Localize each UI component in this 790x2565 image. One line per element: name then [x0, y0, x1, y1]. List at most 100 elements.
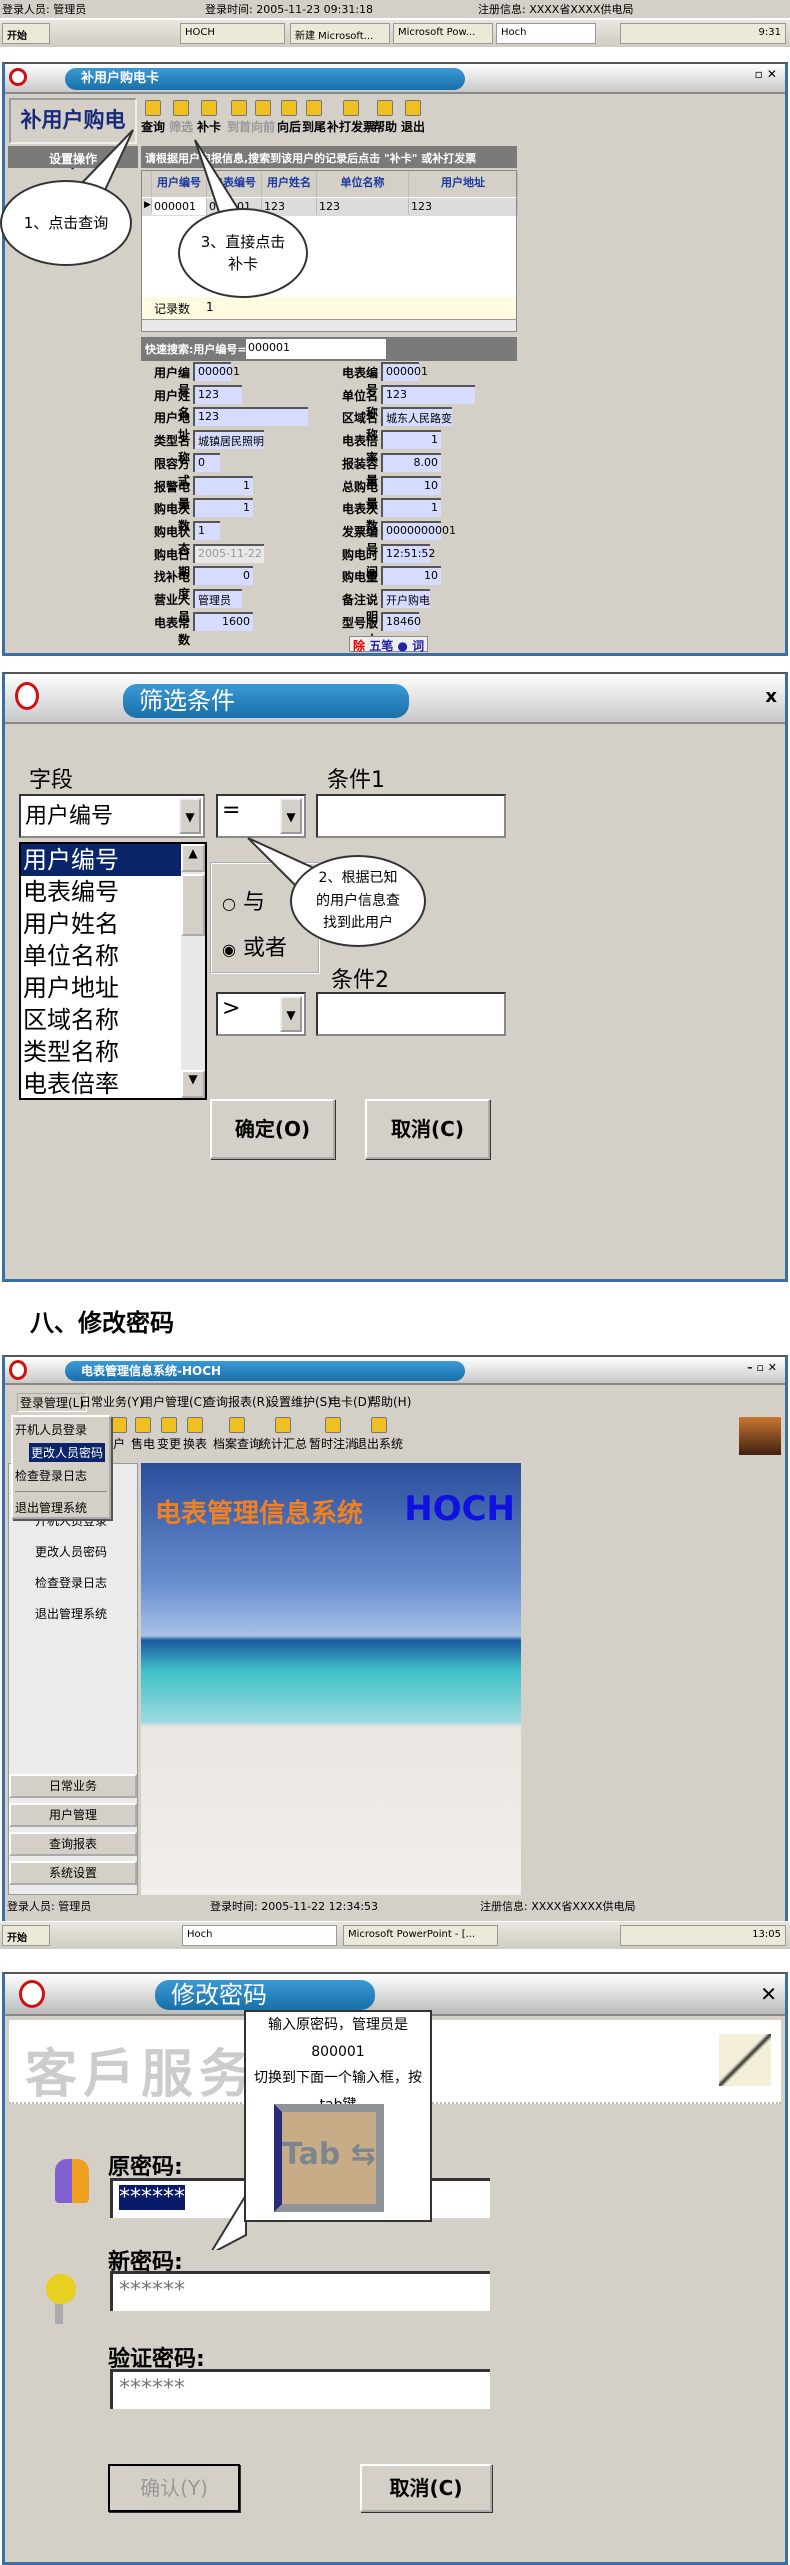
callout-reissue: 3、直接点击 补卡 — [178, 208, 308, 298]
list-item[interactable]: 电表倍率 — [21, 1068, 181, 1100]
tooltip-callout: 输入原密码，管理员是800001 切换到下面一个输入框，按 tab键 Tab ⇆ — [244, 2010, 432, 2222]
new-password-input[interactable]: ****** — [110, 2271, 490, 2311]
dropdown-item[interactable]: 更改人员密码 — [29, 1443, 106, 1462]
app-logo-icon — [9, 1360, 27, 1380]
toolbar-label: 统计汇总 — [259, 1437, 308, 1451]
side-button[interactable]: 查询报表 — [9, 1832, 137, 1856]
pen-icon — [719, 2034, 771, 2086]
toolbar-label: 退出系统 — [355, 1437, 404, 1451]
operator2-value: > — [222, 996, 241, 1021]
side-button[interactable]: 用户管理 — [9, 1803, 137, 1827]
verify-password-input[interactable]: ****** — [110, 2369, 490, 2409]
toolbar-label: 变更 — [157, 1437, 182, 1451]
menu-item[interactable]: 帮助(H) — [369, 1393, 411, 1410]
toolbar-button[interactable]: 统计汇总 — [259, 1417, 307, 1452]
tooltip-line: 切换到下面一个输入框，按 — [254, 2070, 422, 2087]
condition2-label: 条件2 — [331, 968, 389, 993]
toolbar-button[interactable]: 退出系统 — [355, 1417, 403, 1452]
toolbar-label: 档案查询 — [213, 1437, 262, 1451]
menu-separator — [15, 1491, 107, 1492]
dropdown-item[interactable]: 退出管理系统 — [15, 1499, 87, 1516]
register-info: 注册信息: XXXX省XXXX供电局 — [480, 1900, 636, 1913]
banner-title: 客戶服务 — [25, 2045, 258, 2105]
chevron-down-icon[interactable]: ▼ — [280, 996, 302, 1032]
side-item[interactable]: 更改人员密码 — [35, 1543, 107, 1560]
clock: 13:05 — [620, 1925, 786, 1946]
menu-bar: 登录管理(L) 日常业务(Y) 用户管理(C) 查询报表(R) 设置维护(S) 电卡(D)… — [9, 1389, 781, 1413]
dialog-title: 修改密码 — [155, 1980, 375, 2010]
scroll-down-icon[interactable]: ▼ — [181, 1070, 205, 1098]
toolbar-button[interactable]: 户 — [111, 1417, 127, 1452]
window-controls-icon[interactable]: – ▫ ✕ — [747, 1361, 777, 1374]
menu-item[interactable]: 电卡(D) — [329, 1393, 372, 1410]
callout-line: 补卡 — [227, 255, 258, 273]
toolbar-button[interactable]: 暂时注消 — [309, 1417, 357, 1452]
tab-key-icon: Tab ⇆ — [274, 2104, 384, 2212]
close-icon[interactable]: ✕ — [760, 1982, 777, 2006]
brand-logo: HOCH — [404, 1489, 515, 1529]
toolbar: 户售电 变更 换表 档案查询 统计汇总 暂时注消 退出系统 — [9, 1415, 781, 1459]
tooltip-line: 输入原密码，管理员是800001 — [268, 2017, 408, 2060]
callout-filter: 2、根据已知 的用户信息查 找到此用户 — [290, 855, 426, 947]
list-item[interactable]: 区域名称 — [21, 1004, 181, 1036]
toolbar-label: 户 — [112, 1437, 125, 1451]
callout-line: 找到此用户 — [323, 915, 393, 932]
taskbar-item[interactable]: Microsoft PowerPoint - [... — [343, 1925, 498, 1946]
left-panel: 开机人员登录 更改人员密码 检查登录日志 退出管理系统 日常业务 用户管理 查询报表 系统设… — [8, 1463, 138, 1895]
operator2-select[interactable]: > ▼ — [216, 992, 306, 1036]
toolbar-button[interactable]: 售电 — [131, 1417, 155, 1452]
callout-query: 1、点击查询 — [0, 180, 132, 266]
confirm-button[interactable]: 确认(Y) — [108, 2464, 240, 2512]
toolbar-button[interactable]: 变更 — [157, 1417, 181, 1452]
condition2-input[interactable] — [316, 992, 506, 1036]
menu-item[interactable]: 设置维护(S) — [267, 1393, 332, 1410]
callout-line: 2、根据已知 — [318, 870, 398, 887]
app-logo-icon — [19, 1980, 45, 2008]
side-button[interactable]: 日常业务 — [9, 1774, 137, 1798]
cancel-button[interactable]: 取消(C) — [365, 1099, 490, 1159]
side-button[interactable]: 系统设置 — [9, 1861, 137, 1885]
side-item[interactable]: 检查登录日志 — [35, 1574, 107, 1591]
tab-key-label: Tab — [282, 2137, 341, 2172]
menu-item[interactable]: 登录管理(L) — [17, 1393, 88, 1412]
menu-item[interactable]: 用户管理(C) — [141, 1393, 207, 1410]
dropdown-item[interactable]: 开机人员登录 — [15, 1421, 87, 1438]
splash-title: 电表管理信息系统 — [155, 1499, 364, 1529]
taskbar: 开始 Hoch Microsoft PowerPoint - [... 13:0… — [0, 1921, 790, 1949]
toolbar-button[interactable]: 换表 — [183, 1417, 207, 1452]
toolbar-icon — [135, 1417, 151, 1433]
title-bar: 电表管理信息系统-HOCH – ▫ ✕ — [5, 1357, 785, 1385]
dropdown-item[interactable]: 检查登录日志 — [15, 1467, 87, 1484]
cancel-button[interactable]: 取消(C) — [360, 2464, 492, 2512]
toolbar-label: 售电 — [131, 1437, 156, 1451]
callout-line: 3、直接点击 — [200, 232, 286, 251]
start-button[interactable]: 开始 — [2, 1925, 50, 1946]
toolbar-icon — [187, 1417, 203, 1433]
toolbar-image — [739, 1417, 781, 1455]
callout-pointers — [78, 129, 242, 217]
toolbar-icon — [371, 1417, 387, 1433]
toolbar-label: 换表 — [183, 1437, 208, 1451]
ok-button[interactable]: 确定(O) — [210, 1099, 335, 1159]
toolbar-label: 暂时注消 — [309, 1437, 358, 1451]
list-item[interactable]: 用户地址 — [21, 972, 181, 1004]
key-icon — [45, 2274, 85, 2324]
list-item[interactable]: 类型名称 — [21, 1036, 181, 1068]
menu-item[interactable]: 日常业务(Y) — [79, 1393, 144, 1410]
callout-line: 的用户信息查 — [316, 892, 400, 909]
toolbar-icon — [161, 1417, 177, 1433]
toolbar-icon — [229, 1417, 245, 1433]
login-time: 登录时间: 2005-11-22 12:34:53 — [210, 1900, 379, 1913]
toolbar-button[interactable]: 档案查询 — [213, 1417, 261, 1452]
main-window: 电表管理信息系统-HOCH – ▫ ✕ 登录管理(L) 日常业务(Y) 用户管理(C… — [2, 1355, 788, 1921]
login-user: 登录人员: 管理员 — [7, 1900, 92, 1913]
splash-image: 电表管理信息系统 HOCH — [141, 1463, 521, 1895]
toolbar-icon — [275, 1417, 291, 1433]
status-bar: 登录人员: 管理员 登录时间: 2005-11-22 12:34:53 注册信息… — [5, 1897, 785, 1915]
side-item[interactable]: 退出管理系统 — [35, 1605, 107, 1622]
dropdown-menu: 开机人员登录更改人员密码检查登录日志 退出管理系统 — [11, 1415, 111, 1519]
taskbar-item[interactable]: Hoch — [182, 1925, 337, 1946]
toolbar-icon — [111, 1417, 127, 1433]
toolbar-icon — [325, 1417, 341, 1433]
menu-item[interactable]: 查询报表(R) — [204, 1393, 270, 1410]
